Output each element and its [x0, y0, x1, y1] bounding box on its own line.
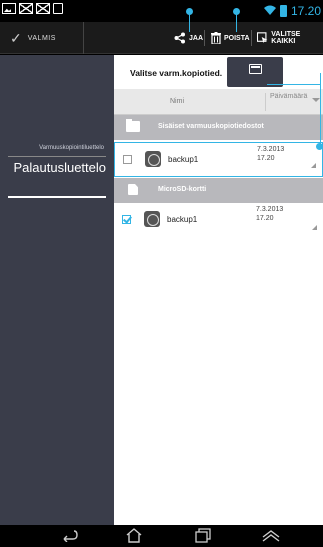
callout-line: [267, 84, 321, 85]
right-panel: Valitse varm.kopiotied. Nimi Päivämäärä …: [114, 55, 323, 525]
section-internal: Sisäiset varmuuskopiotiedostot: [114, 115, 323, 140]
back-icon[interactable]: [60, 528, 78, 545]
image-notification-icon: [2, 3, 16, 14]
delete-label: POISTA: [224, 34, 250, 42]
share-label: JAA: [189, 34, 204, 42]
row-checkbox[interactable]: [122, 215, 131, 224]
status-bar: 17.20: [0, 0, 323, 22]
callout-dot: [316, 143, 323, 150]
backup-app-icon: [145, 151, 161, 167]
sd-card-icon: [53, 3, 63, 14]
clock: 17.20: [290, 4, 321, 18]
delete-button[interactable]: POISTA: [211, 22, 250, 54]
folder-icon: [249, 64, 262, 74]
column-header: Nimi Päivämäärä: [114, 89, 323, 115]
divider: [204, 30, 205, 46]
share-icon: [174, 32, 185, 44]
divider: [265, 93, 266, 111]
mail-icon: [19, 3, 33, 14]
list-item[interactable]: backup1 7.3.2013 17.20: [114, 203, 323, 238]
trash-icon: [211, 32, 221, 44]
recent-apps-icon[interactable]: [195, 528, 211, 546]
file-date: 7.3.2013 17.20: [257, 146, 285, 162]
panel-title: Valitse varm.kopiotied.: [130, 68, 223, 78]
notification-icons: [2, 3, 63, 14]
home-icon[interactable]: [126, 528, 142, 546]
select-all-icon: [257, 32, 268, 44]
backup-list-tab[interactable]: Varmuuskopiointiluettelo: [39, 145, 104, 151]
folder-icon: [126, 119, 140, 132]
battery-icon: [279, 5, 287, 17]
sd-card-icon: [128, 184, 138, 195]
name-column-header[interactable]: Nimi: [170, 98, 184, 105]
selected-tab-indicator: [8, 196, 106, 198]
more-options-icon[interactable]: [312, 225, 317, 230]
file-name: backup1: [167, 215, 198, 224]
section-label: MicroSD-kortti: [158, 186, 207, 193]
date-column-header[interactable]: Päivämäärä: [270, 93, 310, 101]
section-label: Sisäiset varmuuskopiotiedostot: [158, 123, 264, 130]
restore-list-tab[interactable]: Palautusluettelo: [6, 159, 106, 176]
backup-app-icon: [144, 211, 160, 227]
more-options-icon[interactable]: [311, 163, 316, 168]
checkmark-icon: ✓: [10, 29, 22, 46]
wifi-icon: [263, 4, 276, 18]
divider: [8, 156, 106, 157]
file-date: 7.3.2013 17.20: [256, 206, 284, 222]
done-label: VALMIS: [27, 34, 56, 42]
menu-up-icon[interactable]: [262, 528, 280, 545]
mail-icon: [36, 3, 50, 14]
row-checkbox[interactable]: [123, 155, 132, 164]
left-panel: Varmuuskopiointiluettelo Palautusluettel…: [0, 55, 114, 525]
section-microsd: MicroSD-kortti: [114, 178, 323, 203]
callout-line: [236, 12, 237, 32]
done-button[interactable]: ✓ VALMIS: [0, 22, 84, 54]
list-item[interactable]: backup1 7.3.2013 17.20: [114, 142, 323, 177]
system-icons: 17.20: [263, 4, 321, 18]
sort-arrow-icon[interactable]: [312, 98, 320, 102]
action-bar: ✓ VALMIS JAA POISTA VALITSE KAIKKI: [0, 22, 323, 54]
select-all-label: VALITSE KAIKKI: [271, 31, 301, 45]
file-name: backup1: [168, 155, 199, 164]
navigation-bar: [0, 525, 323, 547]
date-column-label: Päivämäärä: [270, 93, 308, 100]
divider: [251, 30, 252, 46]
browse-folder-button[interactable]: [227, 57, 283, 87]
select-all-button[interactable]: VALITSE KAIKKI: [257, 22, 323, 54]
callout-line: [189, 12, 190, 32]
